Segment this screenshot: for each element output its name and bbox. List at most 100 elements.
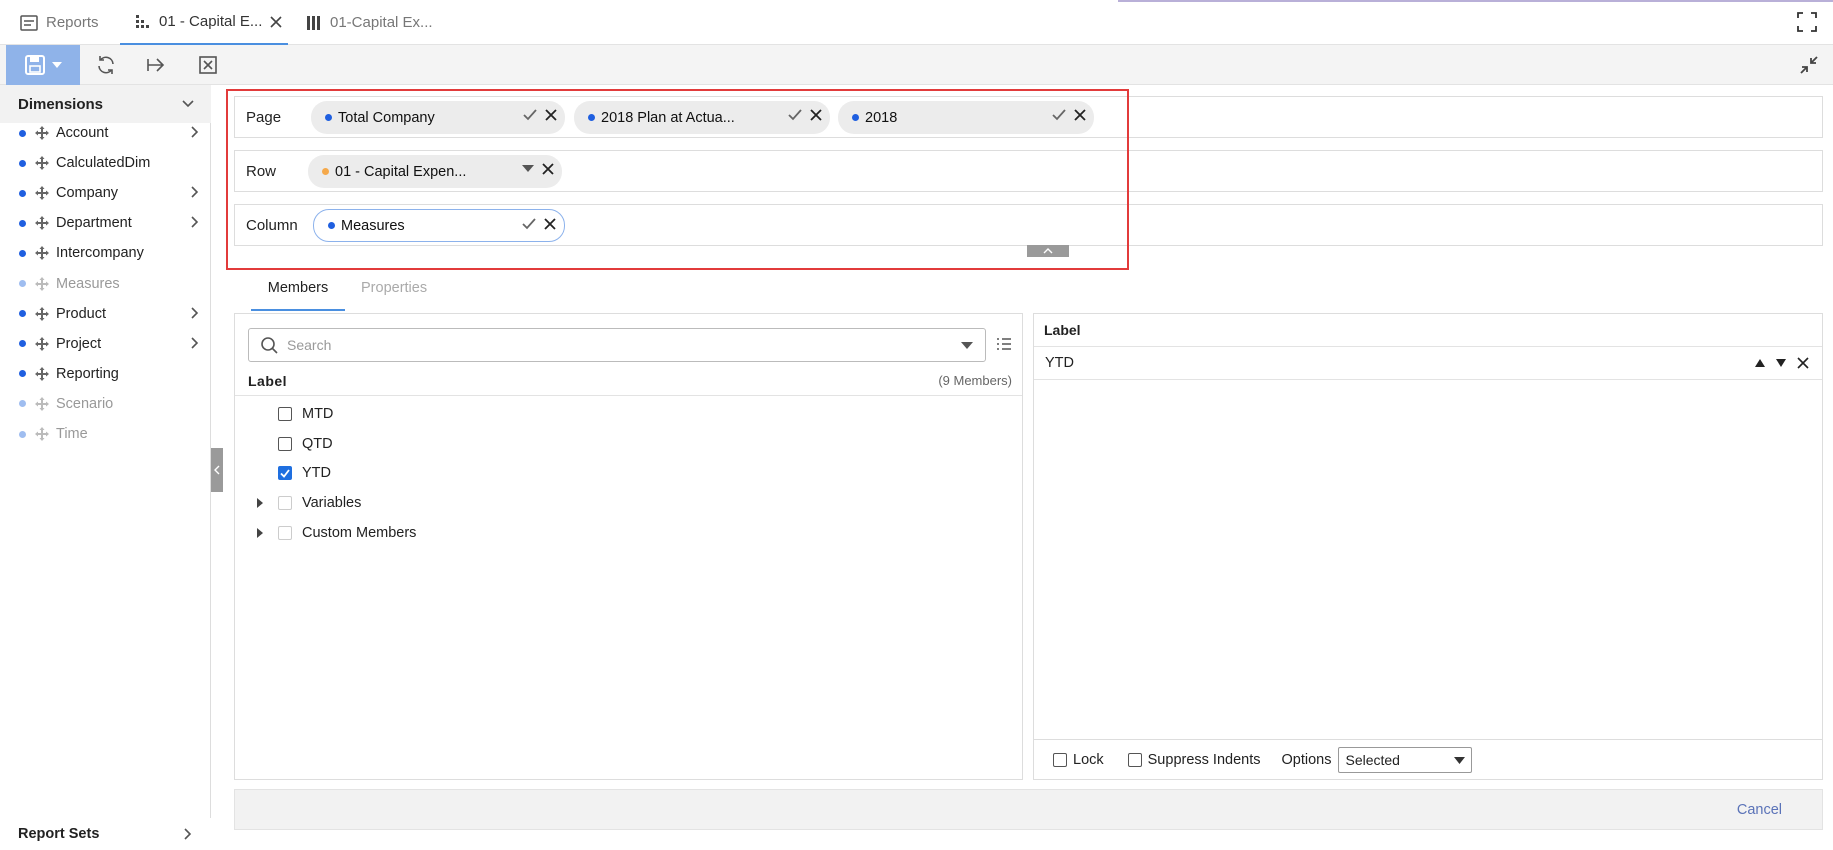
move-icon[interactable] [35, 396, 49, 411]
dimension-dot [328, 222, 335, 229]
sidebar-item-label: CalculatedDim [56, 155, 151, 172]
divider [235, 395, 1022, 396]
caret-down-icon[interactable] [961, 342, 973, 349]
tab-reports[interactable]: Reports [20, 0, 99, 45]
sidebar-item-time[interactable]: Time [0, 419, 211, 449]
chevron-right-icon[interactable] [191, 186, 199, 198]
member-row-variables[interactable]: Variables [235, 491, 361, 515]
sidebar-collapse-handle[interactable] [211, 448, 223, 492]
move-down-icon[interactable] [1776, 359, 1786, 367]
selected-row[interactable]: YTD [1034, 348, 1822, 380]
tab-capital-expenditure[interactable]: 01 - Capital E... [120, 0, 288, 45]
selected-panel: Label YTD Lock Suppress Indents Options … [1033, 313, 1823, 780]
move-icon[interactable] [35, 126, 49, 140]
column-chip-measures[interactable]: Measures [313, 209, 565, 242]
row-chip-capital-expenditure[interactable]: 01 - Capital Expen... [308, 155, 562, 188]
tab-properties[interactable]: Properties [361, 280, 427, 311]
sidebar-item-reporting[interactable]: Reporting [0, 359, 211, 389]
selected-footer: Lock Suppress Indents Options Selected [1034, 739, 1822, 779]
chevron-down-icon[interactable] [182, 100, 194, 108]
check-icon[interactable] [523, 109, 537, 121]
minimize-button[interactable] [1797, 45, 1821, 85]
fullscreen-icon[interactable] [1797, 12, 1817, 32]
column-drop-zone[interactable]: Column Measures [234, 204, 1823, 246]
chevron-right-icon[interactable] [191, 337, 199, 349]
check-icon[interactable] [788, 109, 802, 121]
move-icon[interactable] [35, 336, 49, 351]
caret-down-icon [1454, 756, 1466, 764]
sidebar-item-calculateddim[interactable]: CalculatedDim [0, 148, 211, 178]
close-icon[interactable] [1074, 109, 1086, 121]
suppress-indents-checkbox[interactable] [1127, 752, 1142, 767]
member-checkbox[interactable] [278, 436, 292, 451]
lock-checkbox[interactable] [1053, 752, 1067, 767]
close-icon[interactable] [544, 218, 556, 230]
caret-down-icon[interactable] [522, 165, 534, 173]
list-view-icon[interactable] [996, 337, 1012, 351]
page-chip-total-company[interactable]: Total Company [311, 101, 565, 134]
check-icon[interactable] [522, 218, 536, 230]
label-column-header: Label [248, 373, 288, 389]
sidebar-item-project[interactable]: Project [0, 329, 211, 359]
sidebar-item-product[interactable]: Product [0, 299, 211, 329]
tab-members[interactable]: Members [251, 280, 345, 311]
member-checkbox[interactable] [278, 407, 292, 421]
expand-caret-icon[interactable] [253, 498, 267, 509]
close-icon[interactable] [270, 15, 282, 28]
close-icon[interactable] [545, 109, 557, 121]
move-up-icon[interactable] [1755, 359, 1765, 367]
chevron-right-icon[interactable] [191, 307, 199, 319]
move-icon[interactable] [35, 156, 49, 171]
member-label: Custom Members [302, 524, 417, 541]
member-checkbox[interactable] [278, 466, 292, 481]
cancel-button[interactable]: Cancel [1737, 802, 1782, 818]
clear-icon [198, 55, 218, 75]
sidebar-item-scenario[interactable]: Scenario [0, 389, 211, 419]
member-row-qtd[interactable]: QTD [235, 432, 333, 456]
chevron-right-icon[interactable] [191, 126, 199, 138]
sidebar-item-label: Company [56, 185, 119, 202]
sidebar-item-measures[interactable]: Measures [0, 269, 211, 299]
sidebar-item-department[interactable]: Department [0, 208, 211, 238]
tab-capital-expenditure-2[interactable]: 01-Capital Ex... [306, 0, 433, 45]
page-drop-zone[interactable]: Page Total Company 2018 Plan at Actua...… [234, 96, 1823, 138]
suppress-indents-option[interactable]: Suppress Indents [1127, 752, 1261, 768]
search-box[interactable] [248, 328, 986, 362]
page-chip-year[interactable]: 2018 [838, 101, 1094, 134]
move-icon[interactable] [35, 276, 49, 291]
member-row-custom-members[interactable]: Custom Members [235, 521, 416, 545]
move-icon[interactable] [35, 246, 49, 261]
layout-collapse-button[interactable] [1027, 245, 1069, 257]
member-label: MTD [302, 406, 334, 422]
close-icon[interactable] [1797, 357, 1809, 369]
sidebar-item-account[interactable]: Account [0, 118, 211, 148]
move-icon[interactable] [35, 216, 49, 231]
clear-button[interactable] [194, 45, 222, 85]
dimension-dot [19, 430, 26, 438]
sidebar-item-intercompany[interactable]: Intercompany [0, 238, 211, 268]
close-icon[interactable] [810, 109, 822, 121]
run-button[interactable] [143, 45, 171, 85]
refresh-button[interactable] [92, 45, 120, 85]
lock-option[interactable]: Lock [1053, 752, 1104, 768]
page-chip-plan[interactable]: 2018 Plan at Actua... [574, 101, 830, 134]
member-row-mtd[interactable]: MTD [235, 402, 333, 426]
move-icon[interactable] [35, 366, 49, 381]
report-sets-header[interactable]: Report Sets [0, 818, 211, 850]
search-input[interactable] [287, 335, 927, 355]
move-icon[interactable] [35, 306, 49, 321]
top-accent-line [1118, 0, 1833, 2]
move-icon[interactable] [35, 427, 49, 441]
check-icon[interactable] [1052, 109, 1066, 121]
row-drop-zone[interactable]: Row 01 - Capital Expen... [234, 150, 1823, 192]
expand-caret-icon[interactable] [253, 527, 267, 538]
options-select[interactable]: Selected [1338, 746, 1473, 773]
member-checkbox[interactable] [278, 496, 292, 511]
save-button[interactable] [6, 45, 80, 85]
move-icon[interactable] [35, 186, 49, 201]
chevron-right-icon[interactable] [191, 216, 199, 228]
member-checkbox[interactable] [278, 525, 292, 540]
member-row-ytd[interactable]: YTD [235, 461, 331, 485]
sidebar-item-company[interactable]: Company [0, 178, 211, 208]
close-icon[interactable] [542, 163, 554, 175]
